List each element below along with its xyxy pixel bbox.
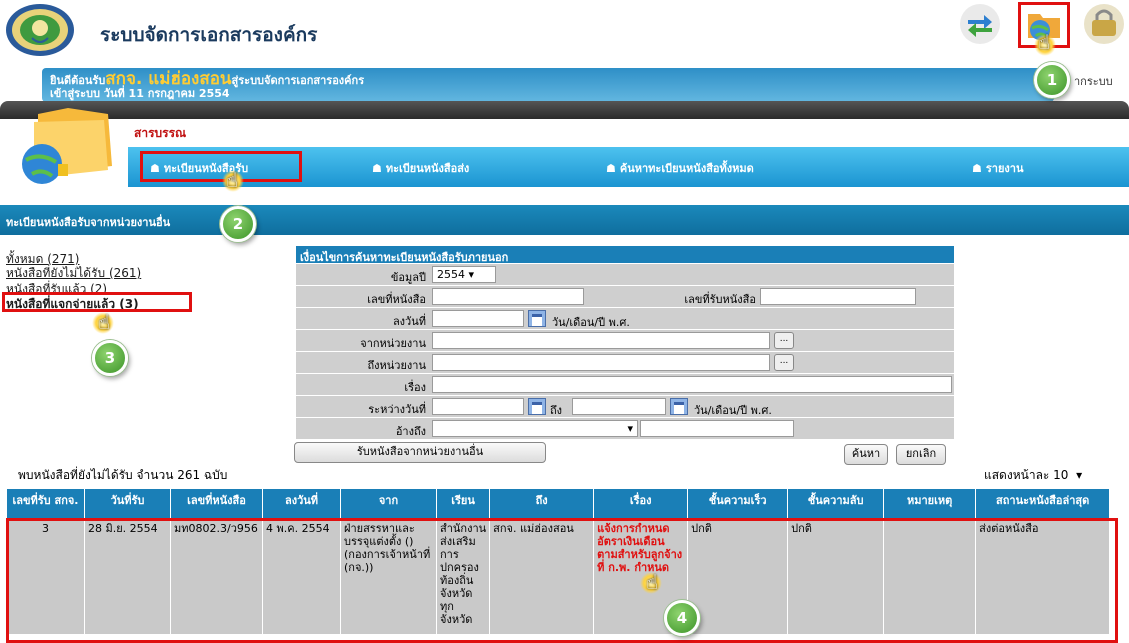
hand-cursor-icon: ☝ [646, 570, 659, 594]
step-badge-2: 2 [220, 206, 256, 242]
welcome-suffix: สู่ระบบจัดการเอกสารองค์กร [231, 74, 365, 87]
cancel-button[interactable]: ยกเลิก [896, 444, 946, 465]
welcome-org: สกจ. แม่ฮ่องสอน [105, 69, 232, 89]
result-count: พบหนังสือที่ยังไม่ได้รับ จำนวน 261 ฉบับ [18, 468, 228, 482]
row-date: ลงวันที่ วัน/เดือน/ปี พ.ศ. [296, 308, 954, 330]
col-note[interactable]: หมายเหตุ [883, 488, 977, 519]
doc-no-label: เลขที่หนังสือ [367, 293, 426, 306]
receive-from-other-button[interactable]: รับหนังสือจากหน่วยงานอื่น [294, 442, 546, 463]
between-to-label: ถึง [550, 404, 563, 417]
table-header-row: เลขที่รับ สกจ. วันที่รับ เลขที่หนังสือ ล… [6, 488, 1111, 519]
between-to-input[interactable] [572, 398, 666, 415]
module-name: สารบรรณ [134, 126, 187, 140]
per-page-select[interactable]: แสดงหน้าละ 10 ▾ [984, 466, 1082, 485]
welcome-banner: ยินดีต้อนรับสกจ. แม่ฮ่องสอนสู่ระบบจัดการ… [42, 68, 1054, 102]
from-label: จากหน่วยงาน [360, 337, 426, 350]
col-recv-date[interactable]: วันที่รับ [84, 488, 171, 519]
row-between: ระหว่างวันที่ ถึง วัน/เดือน/ปี พ.ศ. [296, 396, 954, 418]
row-subject: เรื่อง [296, 374, 954, 396]
step-badge-4: 4 [664, 600, 700, 636]
row-year: ข้อมูลปี 2554 ▾ [296, 264, 954, 286]
hand-cursor-icon: ☝ [1038, 30, 1051, 54]
col-from[interactable]: จาก [340, 488, 437, 519]
search-form-title: เงื่อนไขการค้นหาทะเบียนหนังสือรับภายนอก [296, 246, 954, 264]
row-doc-no: เลขที่หนังสือ เลขที่รับหนังสือ [296, 286, 954, 308]
year-label: ข้อมูลปี [390, 271, 426, 284]
col-speed[interactable]: ชั้นความเร็ว [687, 488, 789, 519]
step-badge-1: 1 [1034, 62, 1070, 98]
col-recv-no[interactable]: เลขที่รับ สกจ. [6, 488, 85, 519]
row-ref: อ้างถึง ▾ [296, 418, 954, 440]
from-input[interactable] [432, 332, 770, 349]
hand-cursor-icon: ☝ [226, 168, 239, 192]
subject-input[interactable] [432, 376, 952, 393]
step-badge-3: 3 [92, 340, 128, 376]
step-4-highlight [6, 518, 1118, 643]
step-2-highlight [140, 151, 302, 182]
col-doc-no[interactable]: เลขที่หนังสือ [170, 488, 263, 519]
col-doc-date[interactable]: ลงวันที่ [262, 488, 341, 519]
logout-text[interactable]: ากระบบ [1074, 72, 1113, 90]
welcome-prefix: ยินดีต้อนรับ [50, 74, 106, 87]
logout-icon[interactable] [1082, 2, 1126, 46]
nav-report[interactable]: ☗ รายงาน [972, 159, 1023, 177]
col-status[interactable]: สถานะหนังสือล่าสุด [975, 488, 1111, 519]
date-label: ลงวันที่ [392, 315, 426, 328]
folder-globe-icon [22, 108, 112, 184]
from-browse-button[interactable]: ... [774, 332, 794, 349]
dark-separator-bar [0, 101, 1129, 119]
ref-input[interactable] [640, 420, 794, 437]
transfer-icon[interactable] [958, 2, 1002, 46]
nav-hat-icon: ☗ [372, 162, 382, 175]
col-to[interactable]: ถึง [489, 488, 595, 519]
nav-outgoing-register[interactable]: ☗ ทะเบียนหนังสือส่ง [372, 159, 469, 177]
calendar-icon[interactable] [528, 398, 546, 415]
col-subject[interactable]: เรื่อง [593, 488, 689, 519]
row-from: จากหน่วยงาน ... [296, 330, 954, 352]
nav-search-all[interactable]: ☗ ค้นหาทะเบียนหนังสือทั้งหมด [606, 159, 754, 177]
calendar-icon[interactable] [528, 310, 546, 327]
step-3-highlight [2, 292, 192, 312]
search-button[interactable]: ค้นหา [844, 444, 888, 465]
calendar-icon[interactable] [670, 398, 688, 415]
doc-no-input[interactable] [432, 288, 584, 305]
organization-seal-logo [6, 4, 74, 56]
app-title: ระบบจัดการเอกสารองค์กร [100, 24, 318, 46]
date-input[interactable] [432, 310, 524, 327]
nav-hat-icon: ☗ [972, 162, 982, 175]
ref-select[interactable]: ▾ [432, 420, 638, 437]
between-unit: วัน/เดือน/ปี พ.ศ. [694, 404, 772, 417]
recv-no-label: เลขที่รับหนังสือ [684, 293, 756, 306]
col-attn[interactable]: เรียน [435, 488, 491, 519]
subject-label: เรื่อง [404, 381, 426, 394]
between-label: ระหว่างวันที่ [368, 403, 426, 416]
row-to: ถึงหน่วยงาน ... [296, 352, 954, 374]
date-unit: วัน/เดือน/ปี พ.ศ. [552, 316, 630, 329]
section-title: ทะเบียนหนังสือรับจากหน่วยงานอื่น [0, 205, 1129, 235]
recv-no-input[interactable] [760, 288, 916, 305]
to-label: ถึงหน่วยงาน [367, 359, 427, 372]
ref-label: อ้างถึง [395, 425, 426, 438]
login-date: เข้าสู่ระบบ วันที่ 11 กรกฎาคม 2554 [50, 87, 230, 100]
col-secrecy[interactable]: ชั้นความลับ [787, 488, 885, 519]
to-input[interactable] [432, 354, 770, 371]
to-browse-button[interactable]: ... [774, 354, 794, 371]
year-select[interactable]: 2554 ▾ [432, 266, 496, 283]
nav-hat-icon: ☗ [606, 162, 616, 175]
hand-cursor-icon: ☝ [98, 310, 111, 334]
between-from-input[interactable] [432, 398, 524, 415]
